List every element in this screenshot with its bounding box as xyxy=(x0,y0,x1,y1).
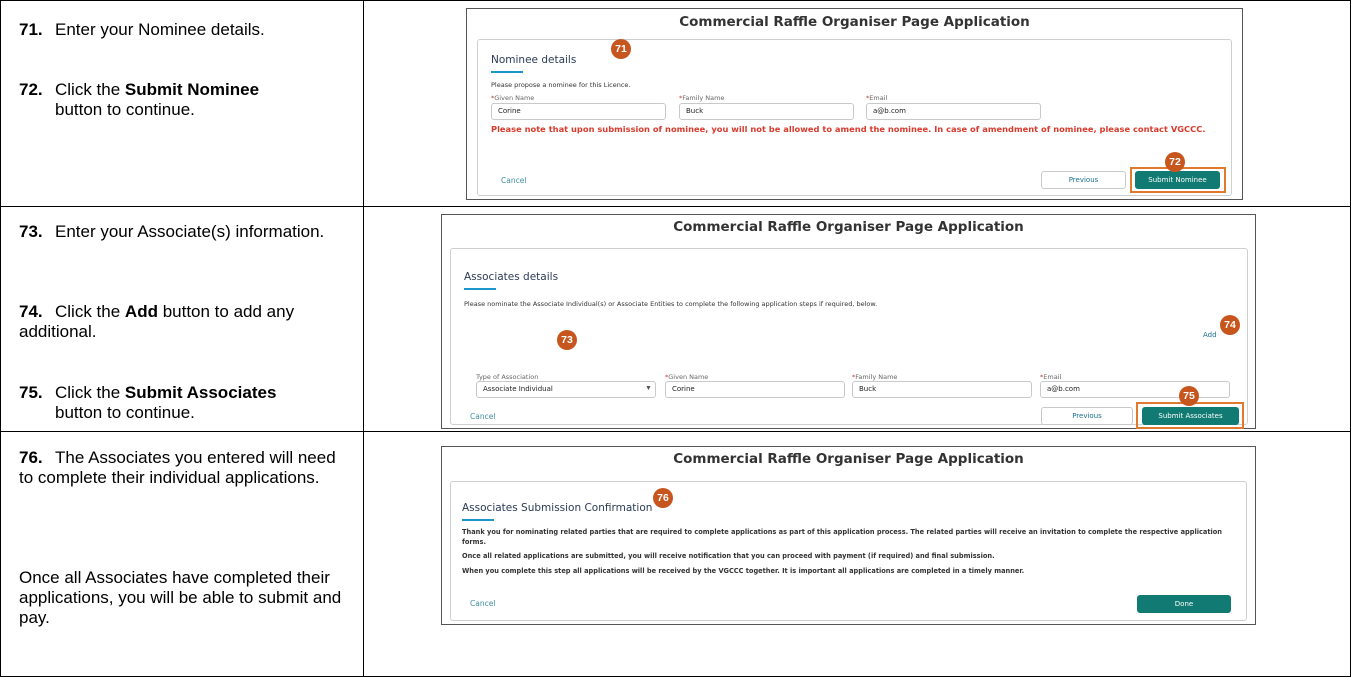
cancel-link[interactable]: Cancel xyxy=(470,599,495,608)
step-72: 72. Click the Submit Nominee button to co… xyxy=(19,80,359,120)
done-button[interactable]: Done xyxy=(1137,595,1231,613)
confirmation-paragraph: When you complete this step all applicat… xyxy=(462,567,1025,575)
given-name-input[interactable]: Corine xyxy=(665,381,845,398)
step-text-cont: button to continue. xyxy=(55,403,195,422)
table-row: 73. Enter your Associate(s) information. … xyxy=(0,206,1351,432)
screenshot-nominee: Commercial Raffle Organiser Page Applica… xyxy=(466,8,1243,200)
card-heading: Nominee details xyxy=(491,54,577,66)
family-name-input[interactable]: Buck xyxy=(852,381,1032,398)
heading-underline xyxy=(464,288,496,290)
step-note: Once all Associates have completed their… xyxy=(19,568,342,627)
step-73: 73. Enter your Associate(s) information. xyxy=(19,222,359,242)
step-number: 71. xyxy=(19,20,43,39)
email-input[interactable]: a@b.com xyxy=(1040,381,1230,398)
step-bold: Add xyxy=(124,302,158,321)
screenshot-confirmation: Commercial Raffle Organiser Page Applica… xyxy=(441,446,1256,625)
step-text: Click the xyxy=(55,302,125,321)
step-marker: 76 xyxy=(653,488,673,508)
step-marker: 74 xyxy=(1220,315,1240,335)
step-bold: Submit Nominee xyxy=(124,80,260,99)
confirmation-paragraph: Thank you for nominating related parties… xyxy=(462,528,1222,546)
email-label: *Email xyxy=(866,94,888,102)
card-heading: Associates details xyxy=(464,271,559,283)
step-number: 72. xyxy=(19,80,43,99)
step-number: 73. xyxy=(19,222,43,241)
intro-text: Please nominate the Associate Individual… xyxy=(464,300,878,308)
step-text: Click the xyxy=(55,383,125,402)
step-marker: 72 xyxy=(1165,152,1185,172)
nominee-warning: Please note that upon submission of nomi… xyxy=(491,124,1206,134)
step-marker: 75 xyxy=(1179,386,1199,406)
confirmation-card: Associates Submission Confirmation Thank… xyxy=(450,481,1247,621)
page-title: Commercial Raffle Organiser Page Applica… xyxy=(679,14,1030,30)
screenshot-associates: Commercial Raffle Organiser Page Applica… xyxy=(441,214,1256,429)
table-row: 71. Enter your Nominee details. 72. Click … xyxy=(0,0,1351,207)
step-text: Enter your Nominee details. xyxy=(55,20,265,39)
nominee-card: Nominee details Please propose a nominee… xyxy=(477,39,1232,196)
step-number: 75. xyxy=(19,383,43,402)
cancel-link[interactable]: Cancel xyxy=(470,412,495,421)
chevron-down-icon: ▼ xyxy=(645,385,652,392)
given-name-label: *Given Name xyxy=(665,373,709,381)
heading-underline xyxy=(491,71,523,73)
step-text-cont: button to continue. xyxy=(55,100,195,119)
given-name-label: *Given Name xyxy=(491,94,535,102)
step-text: Click the xyxy=(55,80,125,99)
add-link[interactable]: Add xyxy=(1203,331,1217,339)
previous-button[interactable]: Previous xyxy=(1041,407,1133,425)
highlight-box xyxy=(1136,402,1244,429)
heading-underline xyxy=(462,519,494,521)
step-bold: Submit Associates xyxy=(124,383,277,402)
previous-button[interactable]: Previous xyxy=(1041,171,1126,189)
column-divider xyxy=(363,1,364,206)
type-select[interactable]: Associate Individual xyxy=(476,381,656,398)
step-text: Enter your Associate(s) information. xyxy=(55,222,325,241)
type-label: Type of Association xyxy=(476,373,539,381)
intro-text: Please propose a nominee for this Licenc… xyxy=(491,81,631,89)
instruction-table: 71. Enter your Nominee details. 72. Click … xyxy=(0,0,1351,677)
cancel-link[interactable]: Cancel xyxy=(501,176,526,185)
family-name-input[interactable]: Buck xyxy=(679,103,854,120)
given-name-input[interactable]: Corine xyxy=(491,103,666,120)
step-74: 74. Click the Add button to add any addit… xyxy=(19,302,359,342)
family-name-label: *Family Name xyxy=(679,94,725,102)
table-row: 76. The Associates you entered will need … xyxy=(0,431,1351,677)
step-number: 74. xyxy=(19,302,43,321)
confirmation-paragraph: Once all related applications are submit… xyxy=(462,552,995,560)
step-text: The Associates you entered will need to … xyxy=(19,448,336,487)
card-heading: Associates Submission Confirmation xyxy=(462,502,653,514)
email-label: *Email xyxy=(1040,373,1062,381)
step-71: 71. Enter your Nominee details. xyxy=(19,20,359,40)
step-75: 75. Click the Submit Associates button to… xyxy=(19,383,359,423)
page-title: Commercial Raffle Organiser Page Applica… xyxy=(673,219,1024,235)
family-name-label: *Family Name xyxy=(852,373,898,381)
page-title: Commercial Raffle Organiser Page Applica… xyxy=(673,451,1024,467)
email-input[interactable]: a@b.com xyxy=(866,103,1041,120)
column-divider xyxy=(363,207,364,431)
step-marker: 71 xyxy=(611,39,631,59)
step-marker: 73 xyxy=(557,330,577,350)
step-76: 76. The Associates you entered will need … xyxy=(19,448,349,488)
step-number: 76. xyxy=(19,448,43,467)
column-divider xyxy=(363,432,364,676)
